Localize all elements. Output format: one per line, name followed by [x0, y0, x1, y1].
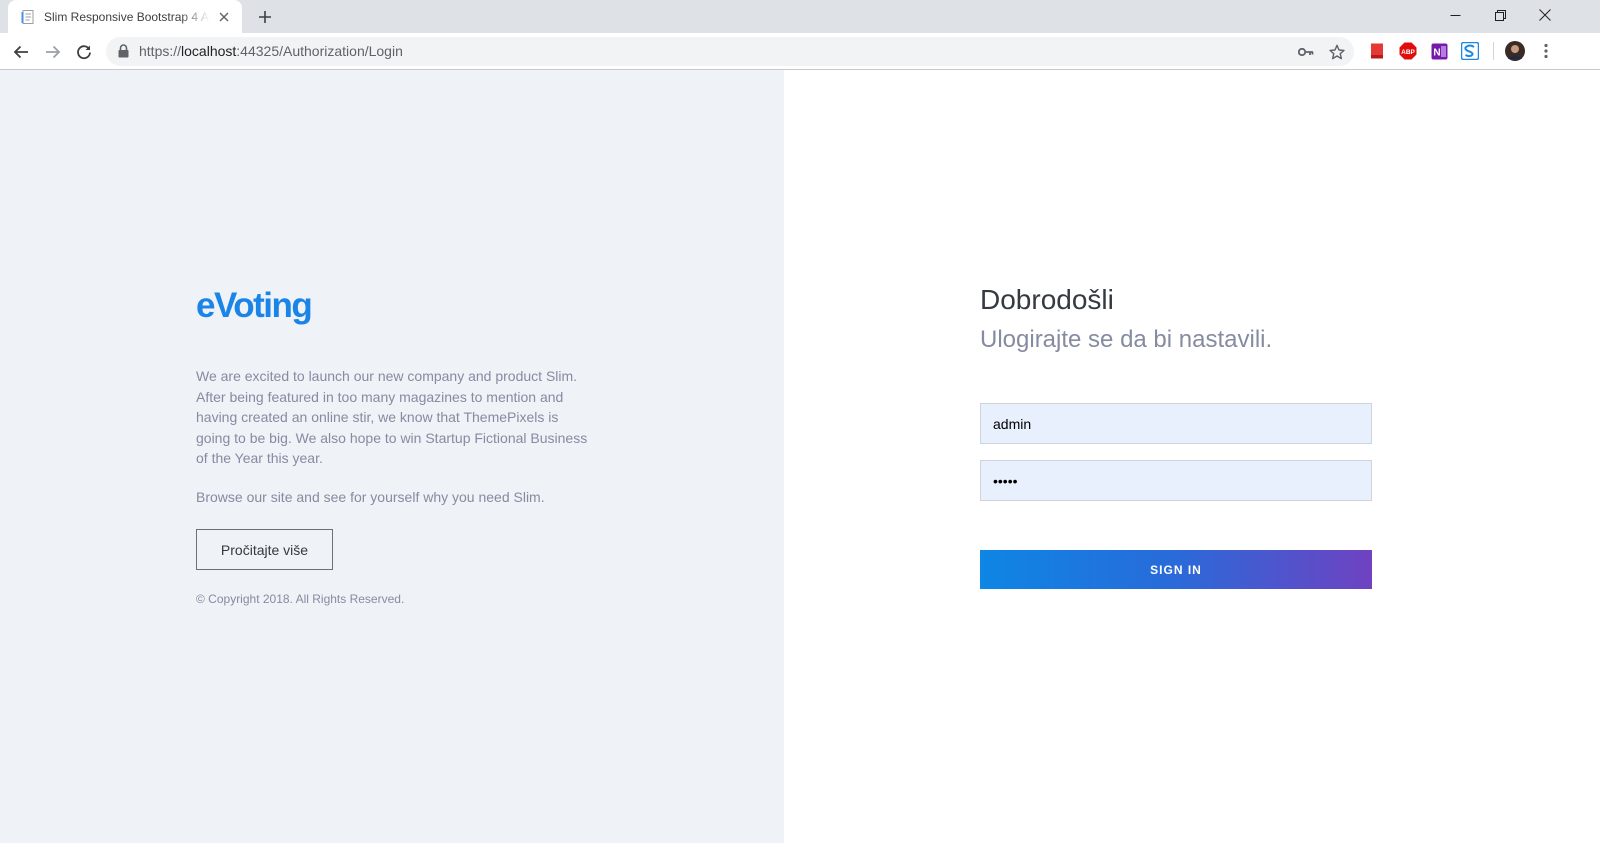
scrollbar-track[interactable] [1568, 70, 1600, 860]
intro-panel: eVoting We are excited to launch our new… [0, 70, 784, 843]
onenote-label: N [1433, 47, 1440, 58]
bookmark-star-icon[interactable] [1327, 42, 1347, 62]
close-window-icon[interactable] [1522, 0, 1568, 30]
browser-tab-bar: Slim Responsive Bootstrap 4 Admin [0, 0, 1600, 33]
browser-toolbar: https://localhost:44325/Authorization/Lo… [0, 33, 1600, 70]
copyright-text: © Copyright 2018. All Rights Reserved. [196, 592, 405, 606]
sync-ext-icon[interactable] [1461, 42, 1479, 60]
intro-paragraph: We are excited to launch our new company… [196, 368, 588, 466]
page-bottom-strip [0, 843, 1568, 860]
onenote-icon[interactable]: N [1430, 42, 1448, 60]
url-scheme: https:// [139, 43, 182, 59]
username-input[interactable] [980, 403, 1372, 444]
address-bar[interactable]: https://localhost:44325/Authorization/Lo… [106, 37, 1354, 66]
page-viewport: eVoting We are excited to launch our new… [0, 70, 1600, 860]
tab-close-icon[interactable] [216, 9, 232, 25]
minimize-icon[interactable] [1432, 0, 1478, 30]
url-host: localhost [181, 43, 237, 59]
browser-tab[interactable]: Slim Responsive Bootstrap 4 Admin [8, 0, 242, 33]
login-subtitle: Ulogirajte se da bi nastavili. [980, 326, 1273, 353]
profile-avatar[interactable] [1505, 41, 1525, 61]
read-more-button[interactable]: Pročitajte više [196, 529, 333, 570]
forward-arrow-icon[interactable] [39, 38, 67, 66]
login-title: Dobrodošli [980, 284, 1114, 315]
back-arrow-icon[interactable] [7, 38, 35, 66]
brand-logo: eVoting [196, 286, 313, 325]
tab-title: Slim Responsive Bootstrap 4 Admin [44, 9, 210, 24]
reload-icon[interactable] [70, 38, 98, 66]
adblock-label: ABP [1401, 49, 1415, 56]
adblock-plus-icon[interactable]: ABP [1399, 42, 1417, 60]
url-path: :44325/Authorization/Login [236, 43, 403, 59]
menu-kebab-icon[interactable] [1537, 42, 1555, 60]
url-text: https://localhost:44325/Authorization/Lo… [139, 43, 403, 59]
login-panel [784, 70, 1568, 843]
password-input[interactable] [980, 460, 1372, 501]
sign-in-button[interactable]: SIGN IN [980, 550, 1372, 589]
key-icon[interactable] [1296, 42, 1316, 62]
new-tab-icon[interactable] [253, 5, 277, 29]
restore-icon[interactable] [1477, 0, 1523, 30]
toolbar-separator [1493, 42, 1494, 60]
browse-paragraph: Browse our site and see for yourself why… [196, 489, 545, 505]
lock-icon [118, 44, 129, 58]
page-favicon-icon [21, 9, 34, 24]
bookmark-ext-icon[interactable] [1368, 42, 1386, 60]
